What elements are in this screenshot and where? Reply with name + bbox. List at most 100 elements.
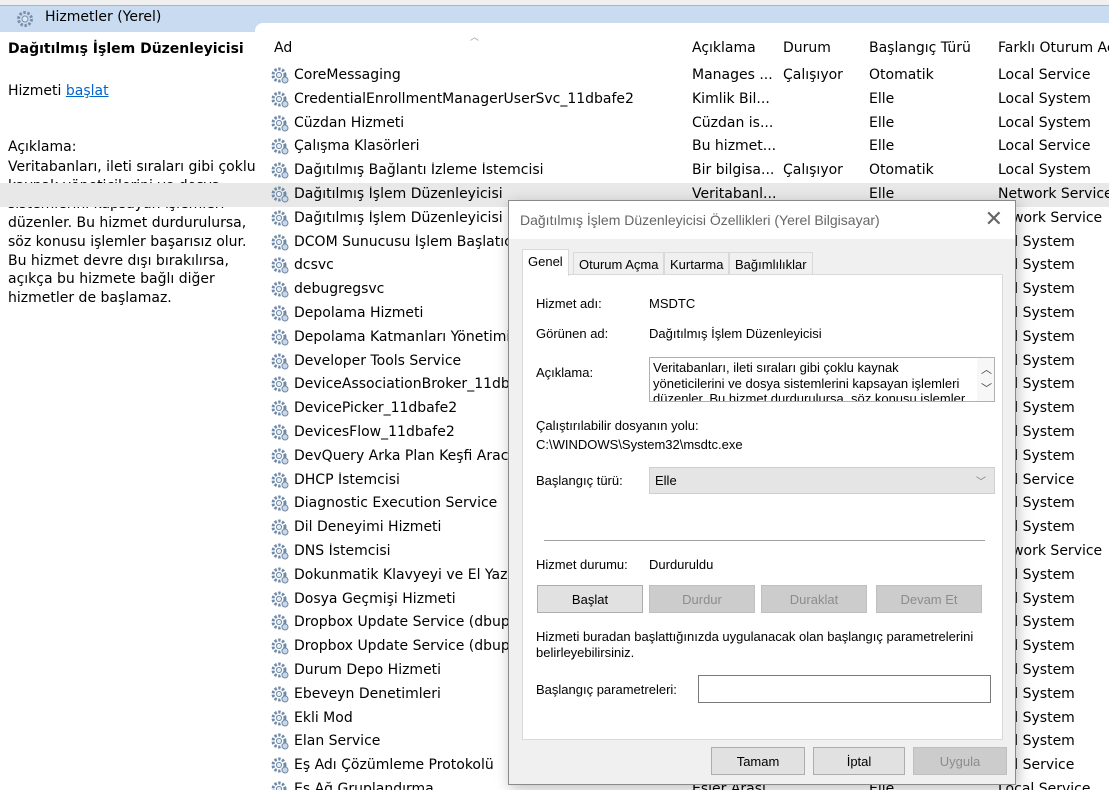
description-textbox[interactable]: Veritabanları, ileti sıraları gibi çoklu… bbox=[649, 357, 995, 402]
service-name-cell: Elan Service bbox=[294, 733, 381, 750]
window-title: Hizmetler (Yerel) bbox=[45, 9, 162, 25]
service-gear-icon bbox=[271, 591, 289, 608]
service-gear-icon bbox=[271, 138, 289, 155]
path-label: Çalıştırılabilir dosyanın yolu: bbox=[536, 418, 699, 433]
tab-general[interactable]: Genel bbox=[522, 249, 569, 276]
service-gear-icon bbox=[271, 400, 289, 417]
service-name-cell: DevicesFlow_11dbafe2 bbox=[294, 424, 455, 440]
service-name-cell: Dağıtılmış İşlem Düzenleyicisi bbox=[294, 186, 503, 202]
service-name-cell: Eş Adı Çözümleme Protokolü bbox=[294, 757, 494, 774]
service-gear-icon bbox=[271, 614, 289, 631]
service-name-cell: Dropbox Update Service (dbupda bbox=[294, 614, 528, 631]
service-name-label: Hizmet adı: bbox=[536, 296, 602, 311]
tab-recovery[interactable]: Kurtarma bbox=[664, 252, 730, 275]
service-name-cell: CredentialEnrollmentManagerUserSvc_11dba… bbox=[294, 90, 634, 107]
pause-button[interactable]: Duraklat bbox=[761, 585, 867, 613]
services-gear-icon bbox=[17, 11, 33, 27]
service-startup-cell: Elle bbox=[869, 114, 895, 131]
service-gear-icon bbox=[271, 115, 289, 132]
service-row[interactable]: CredentialEnrollmentManagerUserSvc_11dba… bbox=[0, 88, 1109, 112]
service-gear-icon bbox=[271, 757, 289, 774]
service-gear-icon bbox=[271, 710, 289, 727]
cancel-button[interactable]: İptal bbox=[813, 747, 905, 775]
scroll-up-icon[interactable]: ︿ bbox=[981, 361, 992, 377]
service-gear-icon bbox=[271, 424, 289, 441]
start-params-label: Başlangıç parametreleri: bbox=[536, 682, 677, 697]
dialog-title: Dağıtılmış İşlem Düzenleyicisi Özellikle… bbox=[520, 212, 880, 228]
tab-logon[interactable]: Oturum Açma bbox=[573, 252, 665, 275]
service-gear-icon bbox=[271, 305, 289, 322]
column-header-logon[interactable]: Farklı Oturum Aç bbox=[998, 40, 1109, 56]
list-pane-edge bbox=[255, 23, 1109, 33]
close-icon[interactable]: ✕ bbox=[985, 207, 1003, 231]
service-name-cell: Dokunmatik Klavyeyi ve El Yazısı P bbox=[294, 566, 536, 583]
service-gear-icon bbox=[271, 448, 289, 465]
service-description-cell: Bir bilgisa... bbox=[692, 162, 775, 179]
service-name-cell: debugregsvc bbox=[294, 281, 385, 298]
display-name-label: Görünen ad: bbox=[536, 326, 609, 341]
service-gear-icon bbox=[271, 257, 289, 274]
general-tab-panel: Hizmet adı: MSDTC Görünen ad: Dağıtılmış… bbox=[522, 274, 1003, 740]
startup-type-value: Elle bbox=[655, 473, 677, 488]
startup-type-select[interactable]: Elle ﹀ bbox=[649, 467, 995, 494]
service-name-cell: DNS İstemcisi bbox=[294, 543, 391, 559]
service-status-label: Hizmet durumu: bbox=[536, 557, 628, 572]
service-name-cell: Dağıtılmış İşlem Düzenleyicisi için bbox=[294, 209, 532, 226]
service-status-cell: Çalışıyor bbox=[783, 67, 843, 83]
start-button[interactable]: Başlat bbox=[537, 585, 643, 613]
service-gear-icon bbox=[271, 91, 289, 108]
service-name-cell: Çalışma Klasörleri bbox=[294, 138, 420, 155]
service-gear-icon bbox=[271, 329, 289, 346]
column-header-status[interactable]: Durum bbox=[783, 40, 831, 56]
service-name-cell: CoreMessaging bbox=[294, 67, 401, 83]
resume-button[interactable]: Devam Et bbox=[876, 585, 982, 613]
service-name-cell: Durum Depo Hizmeti bbox=[294, 662, 442, 678]
service-gear-icon bbox=[271, 376, 289, 393]
scroll-down-icon[interactable]: ﹀ bbox=[981, 380, 992, 396]
service-name-cell: Depolama Katmanları Yönetimi bbox=[294, 328, 511, 345]
start-params-hint: Hizmeti buradan başlattığınızda uygulana… bbox=[536, 629, 974, 660]
service-gear-icon bbox=[271, 495, 289, 512]
service-name-cell: Ebeveyn Denetimleri bbox=[294, 685, 441, 702]
service-gear-icon bbox=[271, 162, 289, 179]
service-row[interactable]: Dağıtılmış Bağlantı İzleme İstemcisi Bir … bbox=[0, 159, 1109, 183]
service-gear-icon bbox=[271, 234, 289, 251]
column-headers: Ad Açıklama Durum Başlangıç Türü Farklı … bbox=[0, 40, 1109, 62]
display-name-value: Dağıtılmış İşlem Düzenleyicisi bbox=[649, 326, 822, 341]
service-name-cell: DCOM Sunucusu İşlem Başlatıcısı bbox=[294, 233, 527, 250]
service-logon-cell: Local System bbox=[998, 114, 1091, 131]
service-gear-icon bbox=[271, 281, 289, 298]
stop-button[interactable]: Durdur bbox=[649, 585, 755, 613]
section-divider bbox=[544, 540, 985, 541]
service-row[interactable]: Cüzdan Hizmeti Cüzdan is... Elle Local Syst… bbox=[0, 112, 1109, 136]
service-name-cell: Depolama Hizmeti bbox=[294, 305, 424, 321]
service-row[interactable]: CoreMessaging Manages ... Çalışıyor Otomati… bbox=[0, 64, 1109, 88]
service-row[interactable]: Çalışma Klasörleri Bu hizmet... Elle Local … bbox=[0, 135, 1109, 159]
service-gear-icon bbox=[271, 543, 289, 560]
column-header-startup[interactable]: Başlangıç Türü bbox=[869, 40, 971, 56]
column-header-name[interactable]: Ad bbox=[274, 40, 292, 56]
service-gear-icon bbox=[271, 210, 289, 227]
column-header-description[interactable]: Açıklama bbox=[692, 40, 756, 56]
description-field-label: Açıklama: bbox=[536, 365, 594, 380]
tab-dependencies[interactable]: Bağımlılıklar bbox=[729, 252, 813, 275]
service-gear-icon bbox=[271, 638, 289, 655]
service-gear-icon bbox=[271, 519, 289, 536]
service-name-cell: Developer Tools Service bbox=[294, 352, 462, 369]
description-scrollbar[interactable]: ︿ ﹀ bbox=[977, 358, 994, 401]
service-logon-cell: Local System bbox=[998, 90, 1091, 107]
startup-type-label: Başlangıç türü: bbox=[536, 473, 623, 488]
ok-button[interactable]: Tamam bbox=[711, 747, 805, 775]
service-startup-cell: Elle bbox=[869, 90, 895, 107]
apply-button[interactable]: Uygula bbox=[913, 747, 1007, 775]
service-gear-icon bbox=[271, 472, 289, 489]
service-gear-icon bbox=[271, 686, 289, 703]
service-status-value: Durduruldu bbox=[649, 557, 714, 572]
service-logon-cell: Local Service bbox=[998, 67, 1091, 83]
service-name-cell: Dosya Geçmişi Hizmeti bbox=[294, 590, 456, 607]
service-name-cell: Diagnostic Execution Service bbox=[294, 495, 498, 512]
service-name-cell: Eş Ağ Gruplandırma bbox=[294, 781, 434, 790]
start-params-input[interactable] bbox=[698, 675, 991, 703]
service-gear-icon bbox=[271, 733, 289, 750]
service-name-cell: Dropbox Update Service (dbupda bbox=[294, 638, 528, 655]
